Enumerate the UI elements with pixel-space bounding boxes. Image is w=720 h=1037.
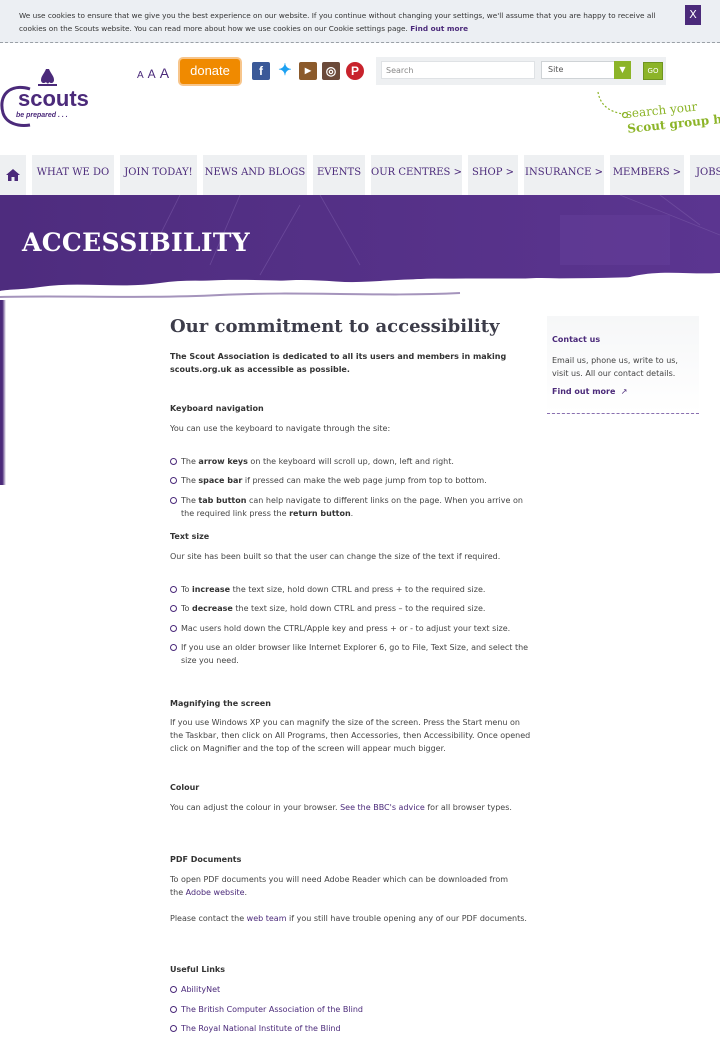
nav-shop[interactable]: SHOP >: [468, 155, 518, 195]
pdf-text: To open PDF documents you will need Adob…: [170, 875, 509, 897]
bbc-advice-link[interactable]: See the BBC's advice: [340, 803, 425, 812]
logo-tagline: be prepared . . .: [16, 112, 68, 119]
nav-jobs[interactable]: JOBS: [690, 155, 720, 195]
colour-heading: Colour: [170, 783, 200, 792]
twitter-icon[interactable]: ✦: [276, 62, 294, 80]
font-size-large-button[interactable]: A: [160, 65, 169, 81]
nav-news-and-blogs[interactable]: NEWS AND BLOGS: [203, 155, 307, 195]
colour-text: You can adjust the colour in your browse…: [170, 803, 512, 812]
bullet-icon: [170, 605, 177, 612]
contact-us-text: Email us, phone us, write to us, visit u…: [552, 356, 678, 378]
logo-word: scouts: [18, 86, 89, 111]
cookie-text: We use cookies to ensure that we give yo…: [19, 11, 656, 33]
keyboard-navigation-text: You can use the keyboard to navigate thr…: [170, 424, 391, 433]
contact-find-out-more-link[interactable]: Find out more ↗: [552, 387, 627, 396]
bullet-icon: [170, 986, 177, 993]
text-size-heading: Text size: [170, 532, 210, 541]
list-item: AbilityNet: [170, 983, 535, 996]
web-team-link[interactable]: web team: [247, 914, 287, 923]
list-item: The arrow keys on the keyboard will scro…: [170, 455, 535, 468]
intro-text: The Scout Association is dedicated to al…: [170, 352, 507, 374]
cookie-find-out-more-link[interactable]: Find out more: [410, 24, 468, 33]
list-item: The space bar if pressed can make the we…: [170, 474, 535, 487]
pdf-contact-text: Please contact the web team if you still…: [170, 914, 527, 923]
instagram-icon[interactable]: ◎: [322, 62, 340, 80]
cookie-banner: We use cookies to ensure that we give yo…: [0, 0, 720, 43]
pdf-heading: PDF Documents: [170, 855, 242, 864]
nav-join-today[interactable]: JOIN TODAY!: [120, 155, 197, 195]
fleur-de-lis-icon: scouts be prepared . . .: [0, 69, 89, 127]
contact-us-heading: Contact us: [552, 335, 601, 344]
content-heading: Our commitment to accessibility: [170, 316, 500, 337]
nav-members[interactable]: MEMBERS >: [610, 155, 684, 195]
main-navigation: WHAT WE DO JOIN TODAY! NEWS AND BLOGS EV…: [0, 155, 720, 195]
left-decoration: [0, 300, 6, 485]
home-icon: [6, 169, 20, 181]
bcab-link[interactable]: The British Computer Association of the …: [181, 1005, 363, 1014]
cookie-message: We use cookies to ensure that we give yo…: [19, 9, 669, 35]
font-size-medium-button[interactable]: A: [148, 67, 156, 81]
bullet-icon: [170, 477, 177, 484]
font-size-small-button[interactable]: A: [137, 70, 144, 81]
contact-sidebar: Contact us Email us, phone us, write to …: [547, 316, 699, 414]
facebook-icon[interactable]: f: [252, 62, 270, 80]
page-title: ACCESSIBILITY: [22, 228, 250, 257]
donate-button[interactable]: donate: [180, 59, 240, 84]
bullet-icon: [170, 1006, 177, 1013]
youtube-icon[interactable]: ▶: [299, 62, 317, 80]
abilitynet-link[interactable]: AbilityNet: [181, 985, 220, 994]
list-item: The British Computer Association of the …: [170, 1003, 535, 1016]
bullet-icon: [170, 1025, 177, 1032]
pinterest-icon[interactable]: P: [346, 62, 364, 80]
list-item: To increase the text size, hold down CTR…: [170, 583, 535, 596]
text-size-text: Our site has been built so that the user…: [170, 552, 501, 561]
nav-our-centres[interactable]: OUR CENTRES >: [371, 155, 462, 195]
nav-home[interactable]: [0, 155, 26, 195]
bullet-icon: [170, 497, 177, 504]
rnib-link[interactable]: The Royal National Institute of the Blin…: [181, 1024, 341, 1033]
search-input[interactable]: Search: [381, 61, 535, 79]
list-item: If you use an older browser like Interne…: [170, 641, 535, 667]
list-item: Mac users hold down the CTRL/Apple key a…: [170, 622, 535, 635]
useful-links-heading: Useful Links: [170, 965, 226, 974]
list-item: To decrease the text size, hold down CTR…: [170, 602, 535, 615]
bullet-icon: [170, 458, 177, 465]
chevron-down-icon[interactable]: ▼: [614, 61, 631, 79]
bullet-icon: [170, 625, 177, 632]
list-item: The tab button can help navigate to diff…: [170, 494, 535, 520]
arrow-up-right-icon: ↗: [618, 387, 628, 396]
list-item: The Royal National Institute of the Blin…: [170, 1022, 535, 1035]
bullet-icon: [170, 586, 177, 593]
magnifying-heading: Magnifying the screen: [170, 699, 271, 708]
keyboard-navigation-heading: Keyboard navigation: [170, 404, 264, 413]
nav-events[interactable]: EVENTS: [313, 155, 365, 195]
nav-what-we-do[interactable]: WHAT WE DO: [32, 155, 114, 195]
scouts-logo[interactable]: scouts be prepared . . .: [0, 67, 100, 131]
search-go-button[interactable]: GO: [643, 62, 663, 80]
font-size-controls: AAA: [137, 65, 173, 83]
bullet-icon: [170, 644, 177, 651]
nav-insurance[interactable]: INSURANCE >: [524, 155, 604, 195]
magnifying-text: If you use Windows XP you can magnify th…: [170, 718, 531, 753]
adobe-website-link[interactable]: Adobe website: [186, 888, 245, 897]
cookie-close-button[interactable]: X: [685, 5, 701, 25]
